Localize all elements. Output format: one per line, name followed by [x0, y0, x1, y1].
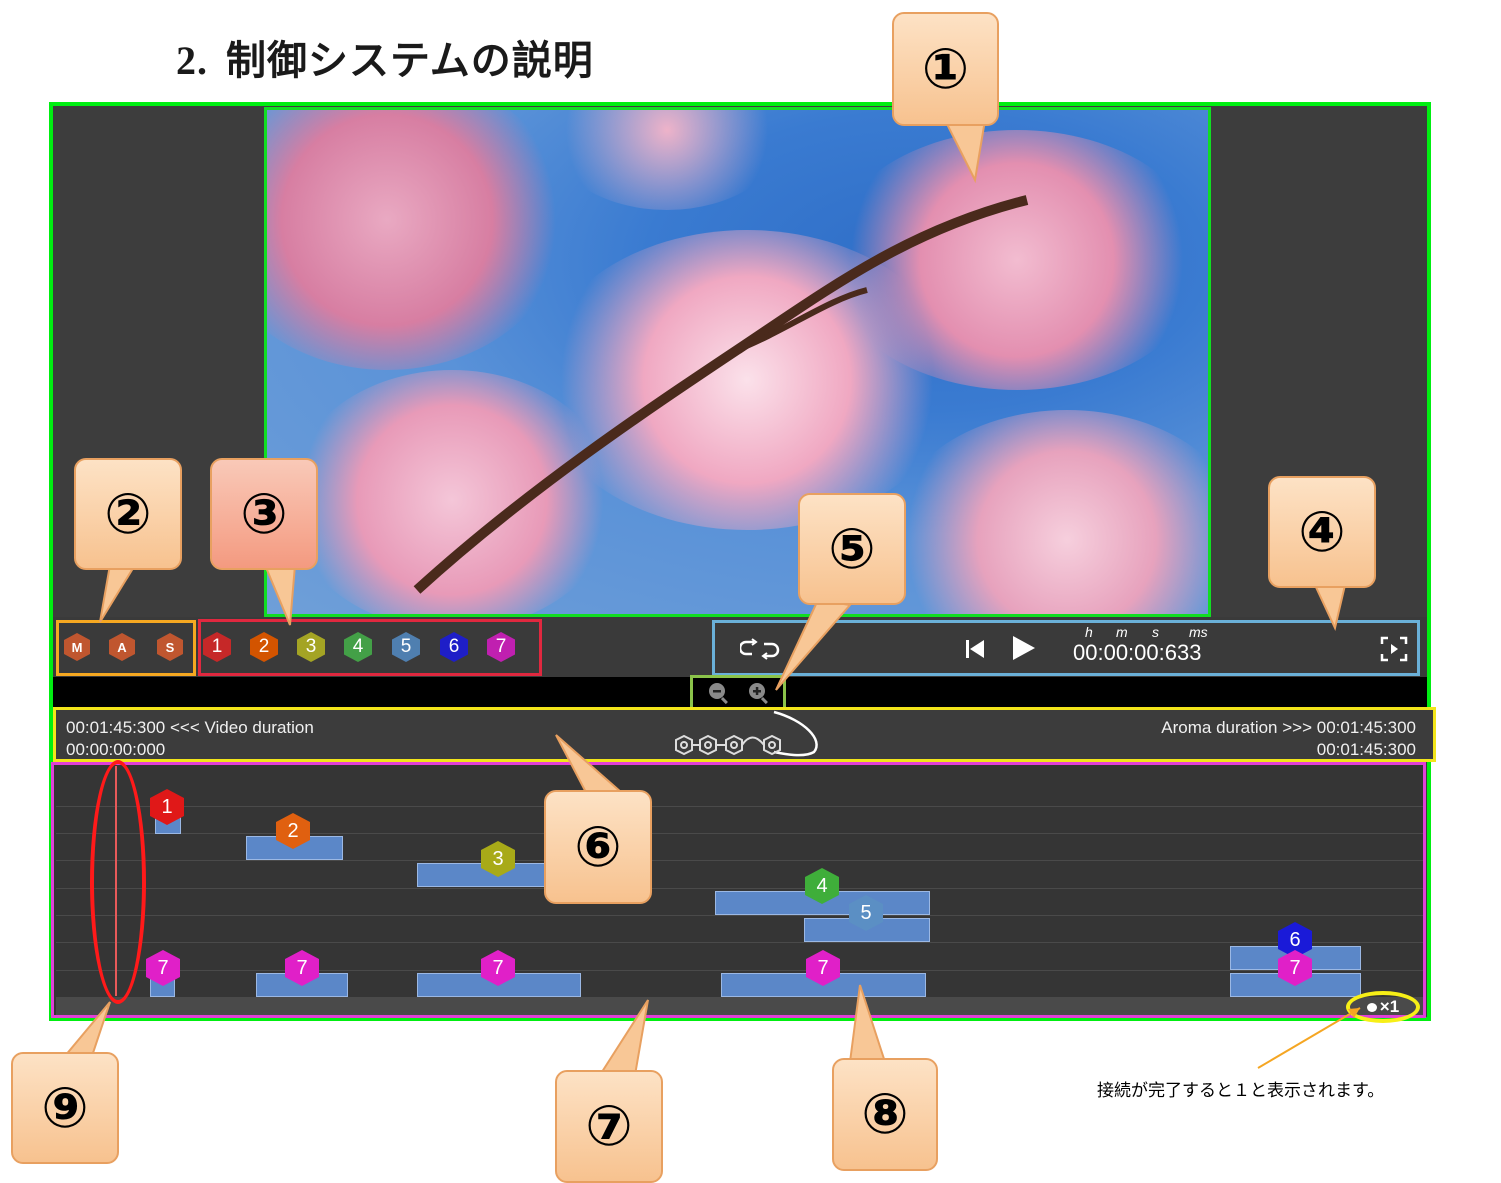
callout-pointers: [52, 119, 1361, 1076]
callout-5: ⑤: [798, 493, 906, 605]
callout-9: ⑨: [11, 1052, 119, 1164]
connection-note: 接続が完了すると１と表示されます。: [1097, 1081, 1385, 1101]
callout-6: ⑥: [544, 790, 652, 904]
callout-2: ②: [74, 458, 182, 570]
callout-3: ③: [210, 458, 318, 570]
callout-4: ④: [1268, 476, 1376, 588]
callout-7: ⑦: [555, 1070, 663, 1183]
callout-1: ①: [892, 12, 999, 126]
callout-8: ⑧: [832, 1058, 938, 1171]
